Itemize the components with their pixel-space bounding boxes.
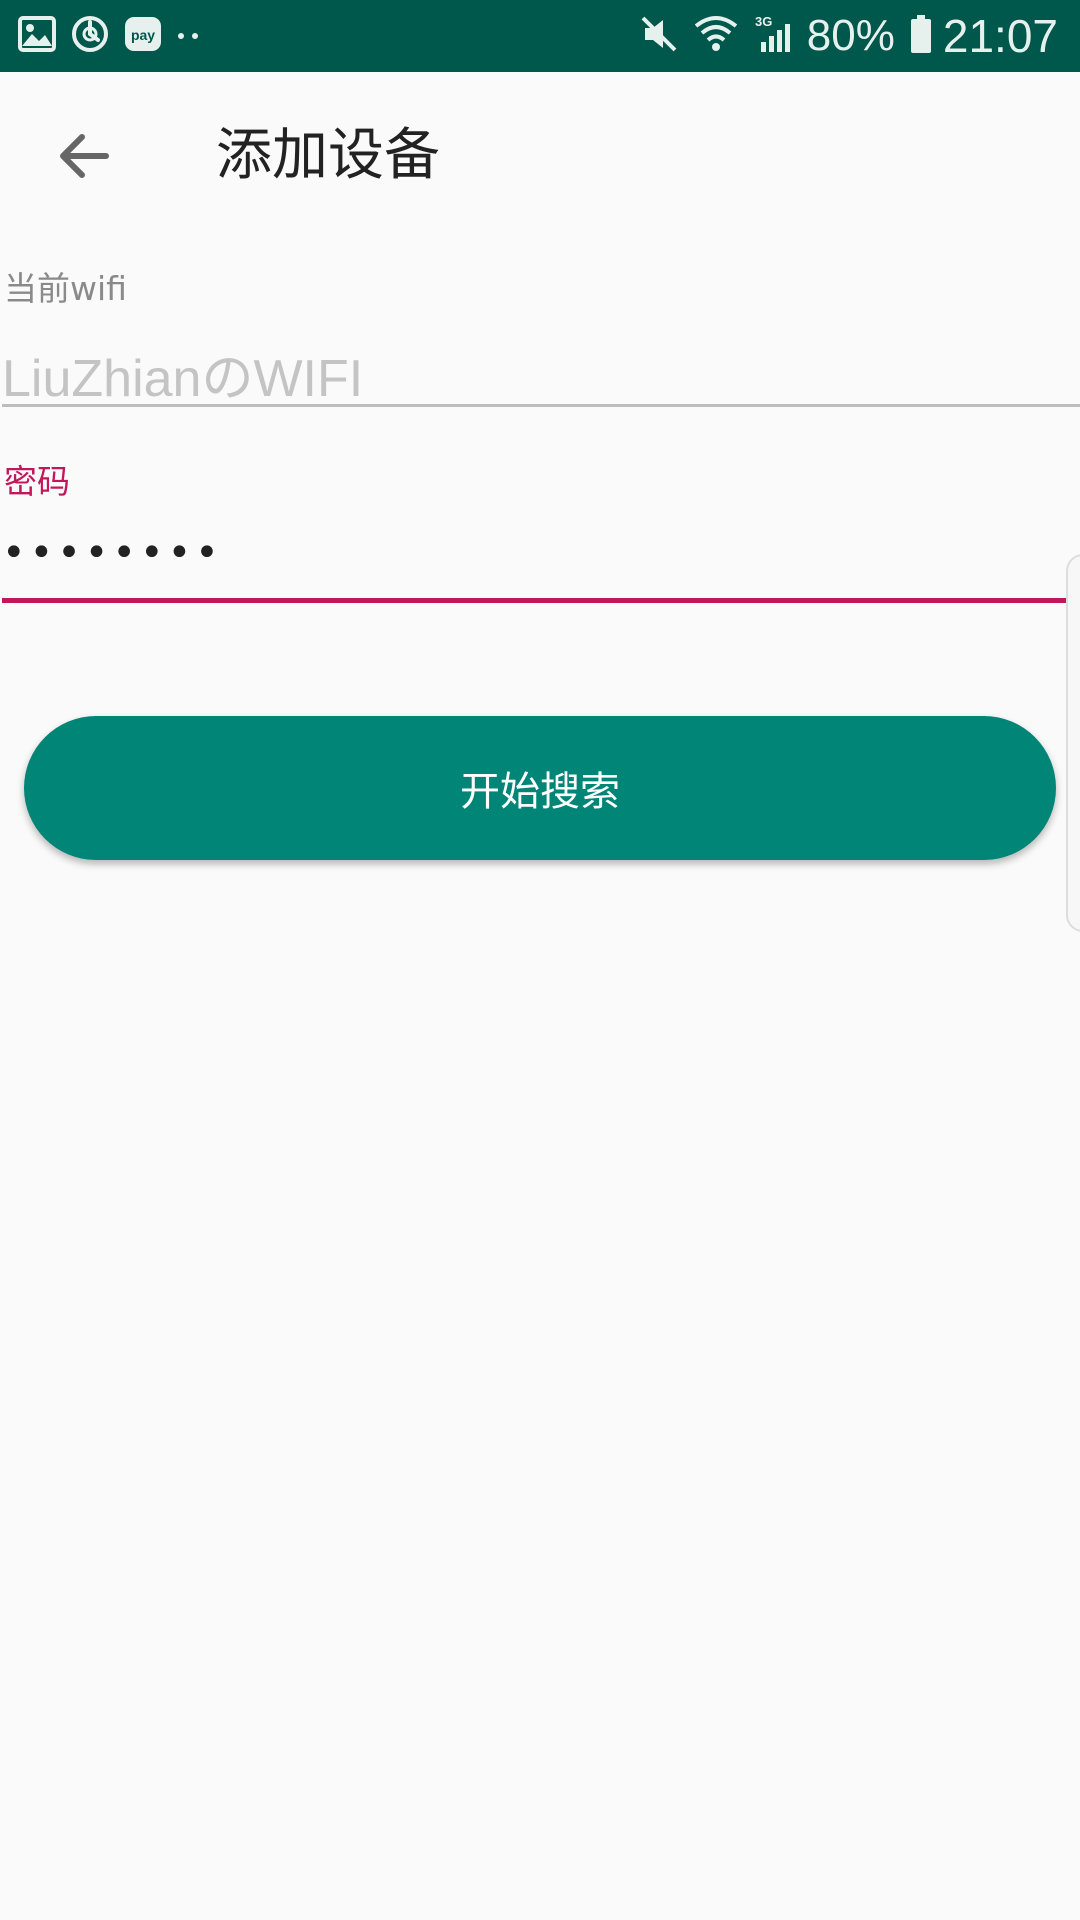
status-bar: pay 3G 80% 21:07 [0,0,1080,72]
app-toolbar: 添加设备 [0,72,1080,240]
more-notifications-icon [176,27,202,46]
edge-panel-handle[interactable] [1066,554,1080,932]
system-icons: 3G 80% 21:07 [639,10,1058,62]
battery-percent: 80% [806,11,895,60]
mute-icon [639,14,679,58]
network-type-label: 3G [755,14,772,29]
pay-label: pay [131,27,155,43]
password-field-underline [2,598,1080,603]
page-title: 添加设备 [216,123,440,188]
arrow-left-icon [60,134,109,178]
start-search-button[interactable]: 开始搜索 [24,716,1056,860]
wifi-label: 当前wifi [4,269,127,308]
wifi-icon [693,14,739,58]
pay-icon: pay [124,16,162,56]
clock: 21:07 [942,10,1058,62]
password-label: 密码 [4,462,70,501]
wifi-field-underline [2,404,1080,407]
battery-icon [909,14,933,58]
notification-icons: pay [18,14,216,58]
password-field[interactable]: •••••••• [2,530,223,576]
signal-icon: 3G [753,14,793,58]
wifi-field[interactable]: LiuZhianのWIFI [2,336,363,411]
gallery-icon [18,16,56,56]
sync-icon [70,14,110,58]
back-button[interactable] [40,112,128,200]
